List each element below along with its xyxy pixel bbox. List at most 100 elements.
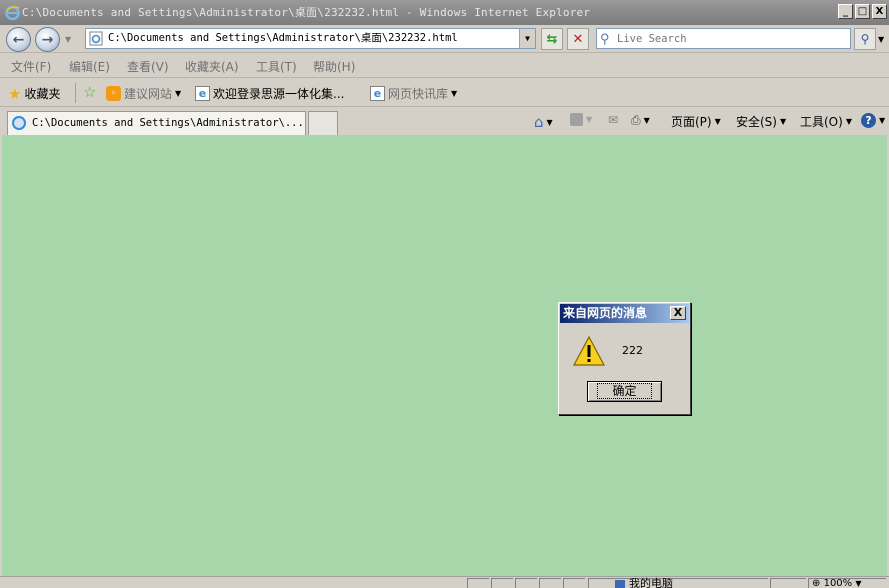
- chevron-down-icon: ▼: [779, 117, 787, 126]
- search-box[interactable]: ⚲: [596, 28, 851, 49]
- status-cell: [515, 578, 537, 588]
- forward-arrow-icon: →: [41, 31, 54, 48]
- refresh-icon: ⇆: [546, 31, 558, 47]
- chevron-down-icon: ▼: [879, 116, 886, 125]
- suggested-sites-icon: ◦: [106, 86, 121, 101]
- protected-mode-cell[interactable]: [770, 578, 806, 588]
- close-window-button[interactable]: X: [872, 4, 887, 19]
- menu-edit[interactable]: 编辑(E): [69, 58, 110, 75]
- favorites-bar: ★ 收藏夹 ☆ ◦ 建议网站 ▼ e 欢迎登录思源一体化集... e 网页快讯库…: [0, 79, 889, 107]
- favorites-label: 收藏夹: [24, 87, 61, 101]
- status-cell: [467, 578, 489, 588]
- address-toolbar: ← → ▼ C:\Documents and Settings\Administ…: [0, 25, 889, 53]
- safety-menu-label: 安全(S): [736, 115, 777, 129]
- zoom-label: 100%: [823, 578, 853, 588]
- add-favorite-star-icon: ☆: [83, 83, 97, 101]
- menu-tools[interactable]: 工具(T): [256, 58, 297, 75]
- web-slice-gallery-button[interactable]: e 网页快讯库 ▼: [370, 85, 457, 102]
- back-button[interactable]: ←: [6, 27, 31, 52]
- ie-page-icon: e: [195, 86, 210, 101]
- chevron-down-icon: ▼: [714, 117, 721, 126]
- window-controls: _ □ X: [838, 4, 887, 19]
- chevron-down-icon: ▼: [855, 579, 862, 588]
- suggested-sites-button[interactable]: ◦ 建议网站 ▼: [106, 85, 181, 102]
- recent-pages-dropdown-icon[interactable]: ▼: [65, 35, 71, 44]
- security-zone[interactable]: 我的电脑: [615, 578, 673, 588]
- help-icon: ?: [861, 113, 876, 128]
- rss-icon: [570, 113, 583, 126]
- safety-menu-button[interactable]: 安全(S) ▼: [736, 113, 786, 130]
- page-menu-label: 页面(P): [671, 115, 712, 129]
- page-menu-button[interactable]: 页面(P) ▼: [671, 113, 721, 130]
- address-bar[interactable]: C:\Documents and Settings\Administrator\…: [85, 28, 536, 49]
- help-button[interactable]: ? ▼: [861, 113, 885, 128]
- menu-bar: 文件(F) 编辑(E) 查看(V) 收藏夹(A) 工具(T) 帮助(H): [0, 54, 889, 78]
- status-cell: [539, 578, 561, 588]
- tab-label: C:\Documents and Settings\Administrator\…: [32, 117, 304, 129]
- home-icon: ⌂: [534, 113, 544, 131]
- dialog-close-button[interactable]: X: [670, 306, 686, 320]
- chevron-down-icon: ▼: [643, 116, 650, 125]
- favorite-link-label: 欢迎登录思源一体化集...: [213, 87, 345, 101]
- loading-icon: [12, 116, 26, 130]
- tab-active[interactable]: C:\Documents and Settings\Administrator\…: [7, 111, 306, 135]
- search-button[interactable]: ⚲: [854, 28, 876, 50]
- chevron-down-icon: ▼: [175, 89, 182, 98]
- magnifier-icon: ⚲: [860, 32, 870, 46]
- print-button[interactable]: ⎙ ▼: [631, 113, 650, 128]
- search-options-dropdown-icon[interactable]: ▼: [878, 35, 884, 44]
- dialog-message: 222: [622, 344, 643, 357]
- feeds-button[interactable]: ▼: [570, 113, 592, 126]
- search-input[interactable]: [617, 30, 845, 47]
- new-tab-button[interactable]: [308, 111, 338, 135]
- chevron-down-icon: ▼: [845, 117, 852, 126]
- page-content: [2, 135, 887, 576]
- address-dropdown-icon[interactable]: ▼: [519, 29, 535, 48]
- tools-menu-button[interactable]: 工具(O) ▼: [800, 113, 852, 130]
- tab-bar: C:\Documents and Settings\Administrator\…: [0, 108, 889, 135]
- ie-page-icon: [89, 31, 103, 46]
- tools-menu-label: 工具(O): [800, 115, 843, 129]
- warning-icon: [573, 335, 605, 366]
- mail-icon: ✉: [608, 113, 619, 127]
- minimize-button[interactable]: _: [838, 4, 853, 19]
- ie-logo-icon: [5, 5, 20, 21]
- favorites-button[interactable]: ★ 收藏夹: [8, 85, 60, 102]
- title-bar: C:\Documents and Settings\Administrator\…: [0, 0, 889, 25]
- ok-button-label: 确定: [597, 383, 652, 399]
- favorite-link[interactable]: e 欢迎登录思源一体化集...: [195, 85, 344, 102]
- status-bar: 我的电脑 ⊕ 100% ▼: [0, 576, 889, 588]
- suggested-sites-label: 建议网站: [124, 87, 173, 101]
- stop-button[interactable]: ✕: [567, 28, 589, 50]
- refresh-button[interactable]: ⇆: [541, 28, 563, 50]
- printer-icon: ⎙: [631, 113, 641, 127]
- alert-dialog: 来自网页的消息 X 222 确定: [558, 302, 691, 415]
- window-title: C:\Documents and Settings\Administrator\…: [22, 6, 591, 19]
- menu-favorites[interactable]: 收藏夹(A): [185, 58, 239, 75]
- status-cell: [491, 578, 513, 588]
- maximize-button[interactable]: □: [855, 4, 870, 19]
- zone-label: 我的电脑: [629, 577, 673, 588]
- status-cell: [563, 578, 585, 588]
- ie-page-icon: e: [370, 86, 385, 101]
- back-arrow-icon: ←: [12, 31, 25, 48]
- stop-icon: ✕: [572, 31, 584, 47]
- chevron-down-icon: ▼: [546, 117, 553, 127]
- read-mail-button[interactable]: ✉: [608, 113, 618, 127]
- star-icon: ★: [8, 84, 22, 103]
- favorites-separator: [75, 83, 76, 103]
- web-slice-gallery-label: 网页快讯库: [388, 87, 449, 101]
- zoom-level[interactable]: ⊕ 100% ▼: [812, 578, 862, 588]
- ok-button[interactable]: 确定: [587, 381, 662, 402]
- zoom-icon: ⊕: [812, 578, 821, 588]
- home-button[interactable]: ⌂ ▼: [534, 113, 553, 131]
- menu-file[interactable]: 文件(F): [11, 58, 51, 75]
- forward-button[interactable]: →: [35, 27, 60, 52]
- menu-view[interactable]: 查看(V): [127, 58, 169, 75]
- address-url[interactable]: C:\Documents and Settings\Administrator\…: [108, 29, 458, 48]
- add-to-favorites-bar-button[interactable]: ☆: [83, 83, 97, 101]
- chevron-down-icon: ▼: [451, 89, 458, 98]
- search-icon: ⚲: [600, 32, 610, 47]
- menu-help[interactable]: 帮助(H): [313, 58, 355, 75]
- computer-icon: [615, 580, 625, 588]
